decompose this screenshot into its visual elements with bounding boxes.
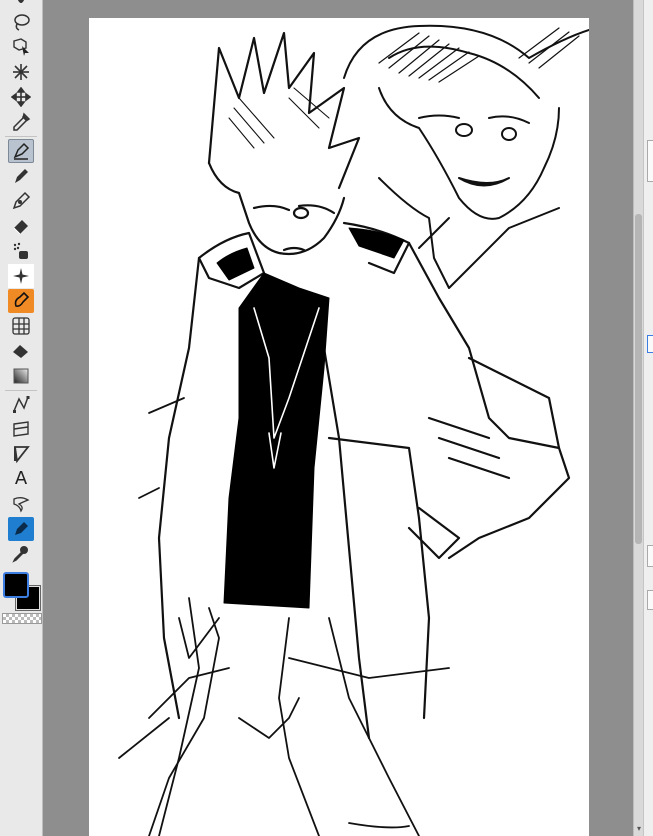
drawing-canvas[interactable] — [89, 18, 589, 836]
sparkle-icon[interactable] — [8, 264, 34, 288]
lasso-icon[interactable] — [8, 10, 34, 34]
eyedropper-alt-icon[interactable] — [8, 541, 34, 565]
eyedropper-icon[interactable] — [8, 110, 34, 134]
ruler-icon[interactable] — [8, 417, 34, 441]
text-tool-icon[interactable]: A — [8, 467, 34, 491]
panel-fragment[interactable] — [647, 335, 653, 353]
scroll-down-arrow[interactable]: ▾ — [635, 824, 643, 834]
transparent-color-swatch[interactable] — [2, 613, 42, 624]
scrollbar-thumb[interactable] — [635, 214, 642, 544]
pencil-icon[interactable] — [8, 164, 34, 188]
gradient-icon[interactable] — [8, 364, 34, 388]
panel-fragment — [647, 590, 653, 610]
blend-icon[interactable] — [8, 239, 34, 263]
foreground-color-swatch[interactable] — [3, 572, 29, 598]
panel-fragment — [647, 140, 653, 182]
vector-line-icon[interactable] — [8, 392, 34, 416]
frame-icon[interactable] — [8, 442, 34, 466]
speech-balloon-icon[interactable] — [8, 492, 34, 516]
move-icon[interactable] — [8, 85, 34, 109]
object-select-icon[interactable] — [8, 35, 34, 59]
tool-palette: A — [0, 0, 43, 836]
paint-bucket-icon[interactable] — [8, 339, 34, 363]
perspective-grid-icon[interactable] — [8, 314, 34, 338]
sketch-illustration — [118, 24, 589, 836]
eraser-icon[interactable] — [8, 214, 34, 238]
panel-fragment — [647, 545, 653, 567]
color-swatches — [0, 566, 42, 626]
right-panel-edge — [643, 0, 653, 836]
brush-icon[interactable] — [8, 189, 34, 213]
correct-line-icon[interactable] — [8, 517, 34, 541]
fill-icon[interactable] — [8, 289, 34, 313]
canvas-workspace — [43, 0, 633, 836]
pen-icon[interactable] — [8, 139, 34, 163]
magic-wand-icon[interactable] — [8, 60, 34, 84]
text-tool-label: A — [14, 468, 28, 489]
